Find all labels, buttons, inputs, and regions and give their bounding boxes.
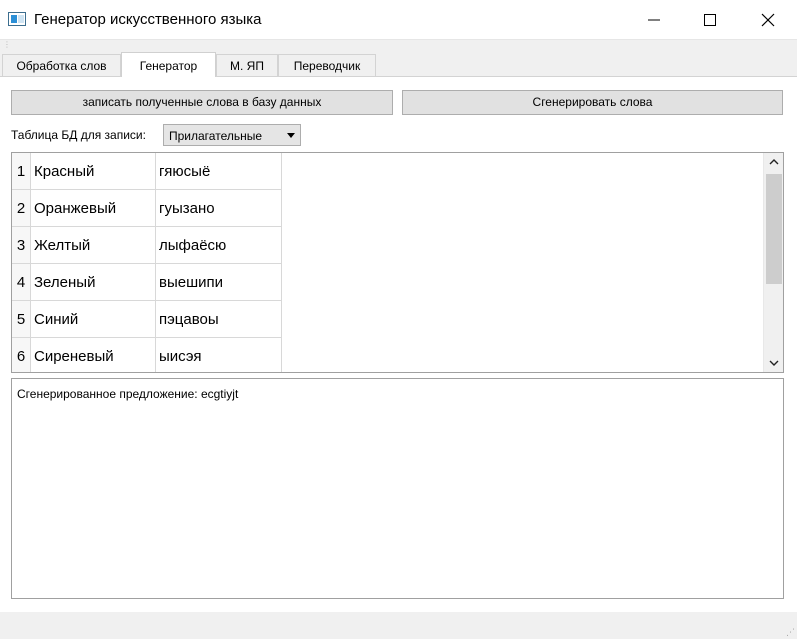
word-cell[interactable]: Зеленый: [31, 264, 156, 301]
scrollbar-thumb[interactable]: [766, 174, 782, 284]
app-window-icon: [8, 12, 26, 26]
size-grip-icon[interactable]: ⋰: [786, 628, 795, 637]
tab-bar: Обработка слов Генератор М. ЯП Переводчи…: [0, 52, 797, 77]
tab-word-processing[interactable]: Обработка слов: [2, 54, 121, 77]
title-bar: Генератор искусственного языка: [0, 0, 797, 40]
tab-translator[interactable]: Переводчик: [278, 54, 376, 77]
close-button[interactable]: [745, 0, 791, 40]
generated-sentence-text: Сгенерированное предложение: ecgtiyjt: [17, 387, 239, 401]
generated-word-cell[interactable]: гуызано: [156, 190, 282, 227]
window-title: Генератор искусственного языка: [34, 11, 262, 28]
generated-word-cell[interactable]: выешипи: [156, 264, 282, 301]
chevron-up-icon: [769, 159, 779, 165]
word-cell[interactable]: Желтый: [31, 227, 156, 264]
word-cell[interactable]: Красный: [31, 153, 156, 190]
generate-words-button[interactable]: Сгенерировать слова: [402, 90, 783, 115]
table-select-label: Таблица БД для записи:: [11, 128, 146, 142]
row-number[interactable]: 4: [12, 264, 31, 301]
maximize-button[interactable]: [687, 0, 733, 40]
tab-m-yap[interactable]: М. ЯП: [216, 54, 278, 77]
generated-word-cell[interactable]: пэцавоы: [156, 301, 282, 338]
scroll-up-button[interactable]: [764, 153, 783, 171]
chevron-down-icon: [287, 133, 295, 138]
table-select-value: Прилагательные: [169, 129, 263, 143]
sentence-output-area[interactable]: Сгенерированное предложение: ecgtiyjt: [11, 378, 784, 599]
row-number[interactable]: 2: [12, 190, 31, 227]
word-cell[interactable]: Оранжевый: [31, 190, 156, 227]
table-select-dropdown[interactable]: Прилагательные: [163, 124, 301, 146]
words-table[interactable]: 1 Красный гяюсыё 2 Оранжевый гуызано 3 Ж…: [11, 152, 784, 373]
close-icon: [761, 13, 775, 27]
maximize-icon: [704, 14, 716, 26]
word-cell[interactable]: Синий: [31, 301, 156, 338]
toolbar-grip-icon[interactable]: ⋮: [3, 41, 11, 49]
table-row[interactable]: 5 Синий пэцавоы: [12, 301, 282, 338]
table-row[interactable]: 1 Красный гяюсыё: [12, 153, 282, 190]
table-row[interactable]: 3 Желтый лыфаёсю: [12, 227, 282, 264]
status-bar: ⋰: [0, 612, 797, 639]
table-row[interactable]: 4 Зеленый выешипи: [12, 264, 282, 301]
save-words-button[interactable]: записать полученные слова в базу данных: [11, 90, 393, 115]
generated-word-cell[interactable]: лыфаёсю: [156, 227, 282, 264]
row-number[interactable]: 6: [12, 338, 31, 372]
table-row[interactable]: 6 Сиреневый ыисэя: [12, 338, 282, 372]
tab-generator[interactable]: Генератор: [121, 52, 216, 77]
scroll-down-button[interactable]: [764, 354, 783, 372]
generated-word-cell[interactable]: гяюсыё: [156, 153, 282, 190]
table-vertical-scrollbar[interactable]: [763, 153, 783, 372]
word-cell[interactable]: Сиреневый: [31, 338, 156, 372]
minimize-icon: [648, 19, 660, 21]
minimize-button[interactable]: [631, 0, 677, 40]
row-number[interactable]: 1: [12, 153, 31, 190]
row-number[interactable]: 3: [12, 227, 31, 264]
chevron-down-icon: [769, 360, 779, 366]
row-number[interactable]: 5: [12, 301, 31, 338]
table-row[interactable]: 2 Оранжевый гуызано: [12, 190, 282, 227]
generated-word-cell[interactable]: ыисэя: [156, 338, 282, 372]
